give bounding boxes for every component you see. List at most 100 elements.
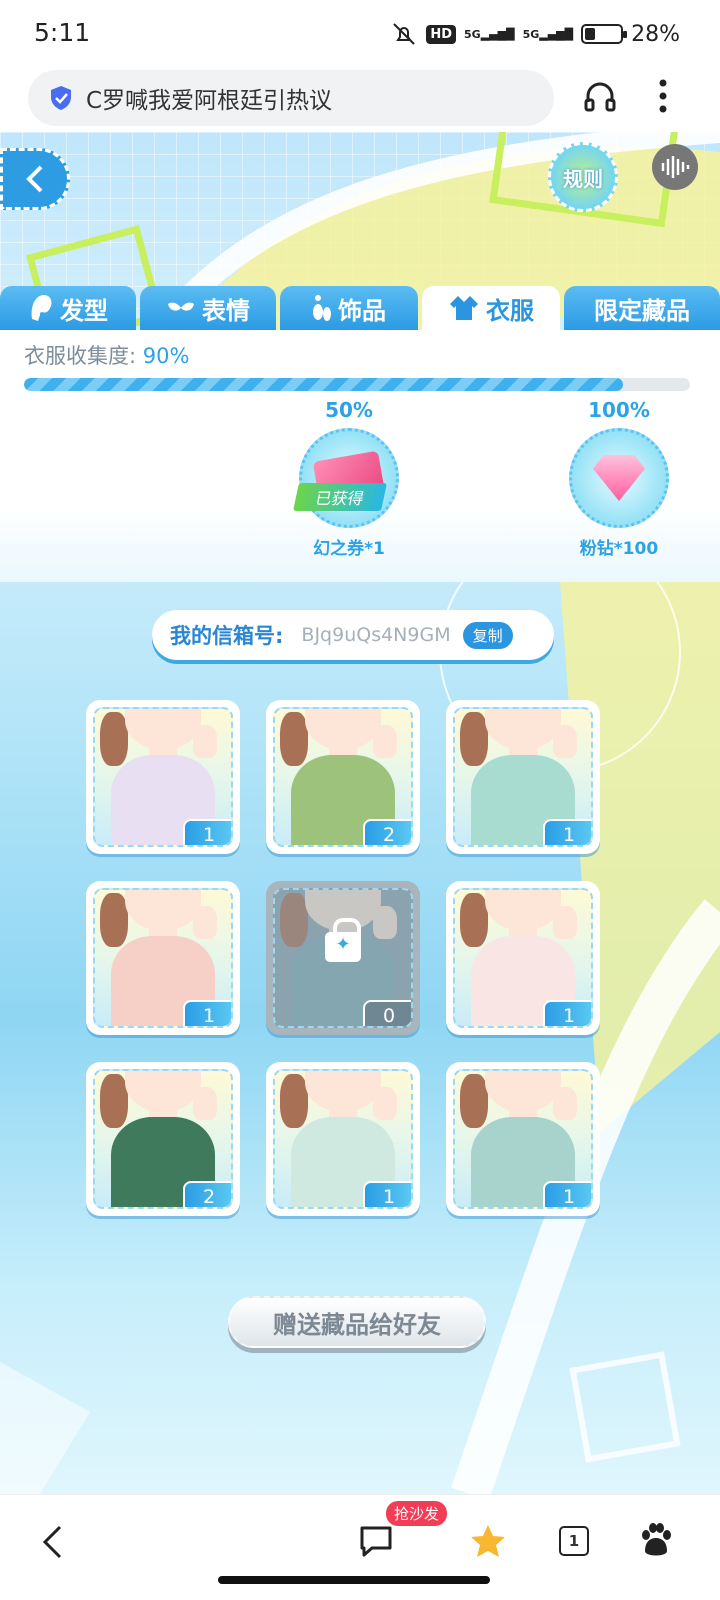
mute-icon (393, 23, 416, 45)
signal-icon-2: 5G▂▄▆█ (522, 27, 574, 41)
pink-diamond-icon (593, 455, 645, 501)
status-icons: HD 5G▂▄▆█ 5G▂▄▆█ 28% (390, 18, 680, 50)
hair-icon (31, 295, 52, 321)
milestone-reward-circle (569, 428, 669, 528)
clothes-icon (450, 296, 478, 320)
mailbox-code: BJq9uQs4N9GM (301, 624, 451, 646)
comment-icon (360, 1526, 392, 1557)
status-bar: 5:11 HD 5G▂▄▆█ 5G▂▄▆█ 28% (0, 0, 720, 66)
item-count: 1 (183, 819, 231, 845)
headphones-icon (584, 82, 616, 112)
clothing-item-card[interactable]: 1 (266, 1062, 420, 1216)
more-vertical-icon (659, 79, 667, 113)
mask-icon (168, 302, 194, 311)
card-inner: 1 (453, 707, 593, 847)
rules-label: 规则 (563, 166, 603, 191)
clothing-item-card[interactable]: 1 (446, 700, 600, 854)
item-count: 2 (363, 819, 411, 845)
collection-progress-bar (24, 378, 690, 391)
milestone-percent: 50% (325, 398, 373, 422)
clothing-item-card[interactable]: 1 (446, 881, 600, 1035)
milestone-reward-name: 幻之券*1 (313, 539, 385, 559)
back-button[interactable] (0, 148, 70, 210)
item-count: 0 (363, 1000, 411, 1026)
item-count: 1 (543, 1000, 591, 1026)
progress-fill (24, 378, 624, 391)
mailbox-label: 我的信箱号: (170, 624, 284, 648)
baidu-button[interactable] (634, 1517, 678, 1565)
signal-icon: 5G▂▄▆█ (464, 27, 515, 41)
obtained-badge: 已获得 (293, 483, 387, 511)
paw-icon (642, 1523, 671, 1556)
card-inner: 1 (93, 707, 233, 847)
item-count: 1 (363, 1181, 411, 1207)
battery-percent: 28% (631, 21, 680, 47)
collection-label: 衣服收集度: 90% (24, 344, 190, 368)
hd-badge: HD (426, 24, 457, 44)
home-indicator (218, 1576, 490, 1584)
card-inner: 2 (273, 707, 413, 847)
clothing-item-card[interactable]: 2 (266, 700, 420, 854)
card-inner: ✦ 0 (273, 888, 413, 1028)
sound-wave-icon (661, 156, 690, 178)
milestone-50[interactable]: 50% 已获得 幻之券*1 (289, 398, 409, 559)
clothing-item-card[interactable]: 1 (446, 1062, 600, 1216)
milestone-reward-circle: 已获得 (293, 428, 399, 528)
tab-clothes[interactable]: 衣服 (422, 286, 560, 330)
audio-button[interactable] (652, 144, 698, 190)
page-title: C罗喊我爱阿根廷引热议 (86, 88, 333, 114)
battery-icon (581, 24, 628, 44)
item-count: 1 (543, 1181, 591, 1207)
item-count: 2 (183, 1181, 231, 1207)
tab-label: 衣服 (486, 296, 534, 325)
chevron-left-icon (26, 165, 43, 193)
card-inner: 1 (453, 1069, 593, 1209)
collection-value: 90% (142, 344, 190, 368)
tabs-button[interactable]: 1 (552, 1519, 596, 1563)
tab-limited-collection[interactable]: 限定藏品 (564, 286, 720, 330)
clothing-item-card[interactable]: 1 (86, 881, 240, 1035)
comment-badge: 抢沙发 (386, 1501, 448, 1526)
tab-label: 发型 (60, 296, 108, 325)
rules-button[interactable]: 规则 (548, 142, 618, 212)
tab-label: 饰品 (338, 296, 386, 325)
card-inner: 2 (93, 1069, 233, 1209)
tab-label: 限定藏品 (594, 296, 690, 325)
milestone-percent: 100% (588, 398, 650, 422)
headphones-button[interactable] (578, 74, 622, 118)
clothing-item-card[interactable]: 2 (86, 1062, 240, 1216)
nav-back-button[interactable] (30, 1517, 74, 1567)
gift-button-label: 赠送藏品给好友 (273, 1310, 441, 1339)
bottom-nav: 抢沙发 1 (0, 1494, 720, 1600)
tab-accessories[interactable]: 饰品 (280, 286, 418, 330)
item-count: 1 (543, 819, 591, 845)
copy-button[interactable]: 复制 (462, 621, 513, 649)
category-tabs: 发型 表情 饰品 衣服 限定藏品 (0, 286, 720, 330)
arrow-left-icon (42, 1525, 62, 1559)
status-time: 5:11 (34, 18, 91, 47)
gift-to-friend-button[interactable]: 赠送藏品给好友 (228, 1296, 486, 1348)
star-icon (471, 1525, 505, 1557)
game-area: 规则 发型 表情 饰品 衣服 限定藏品 衣服收集度: 90% 50% 已获得 幻… (0, 132, 720, 1494)
tab-count: 1 (559, 1526, 589, 1556)
collection-panel: 衣服收集度: 90% 50% 已获得 幻之券*1 100% 粉钻*100 (0, 330, 720, 582)
card-inner: 1 (273, 1069, 413, 1209)
shield-icon (51, 86, 71, 110)
card-inner: 1 (453, 888, 593, 1028)
card-inner: 1 (93, 888, 233, 1028)
clothing-item-card[interactable]: ✦ 0 (266, 881, 420, 1035)
mailbox-id-bar: 我的信箱号: BJq9uQs4N9GM 复制 (152, 610, 554, 660)
tab-hairstyle[interactable]: 发型 (0, 286, 136, 330)
lock-icon: ✦ (325, 918, 361, 963)
comment-button[interactable] (354, 1519, 398, 1563)
milestone-100[interactable]: 100% 粉钻*100 (559, 398, 679, 559)
tab-expression[interactable]: 表情 (140, 286, 276, 330)
tab-label: 表情 (202, 296, 250, 325)
item-count: 1 (183, 1000, 231, 1026)
more-menu-button[interactable] (648, 74, 678, 118)
earring-icon (313, 295, 331, 321)
address-bar[interactable]: C罗喊我爱阿根廷引热议 (28, 70, 554, 126)
favorite-button[interactable] (466, 1519, 510, 1563)
milestone-reward-name: 粉钻*100 (579, 539, 659, 559)
clothing-item-card[interactable]: 1 (86, 700, 240, 854)
